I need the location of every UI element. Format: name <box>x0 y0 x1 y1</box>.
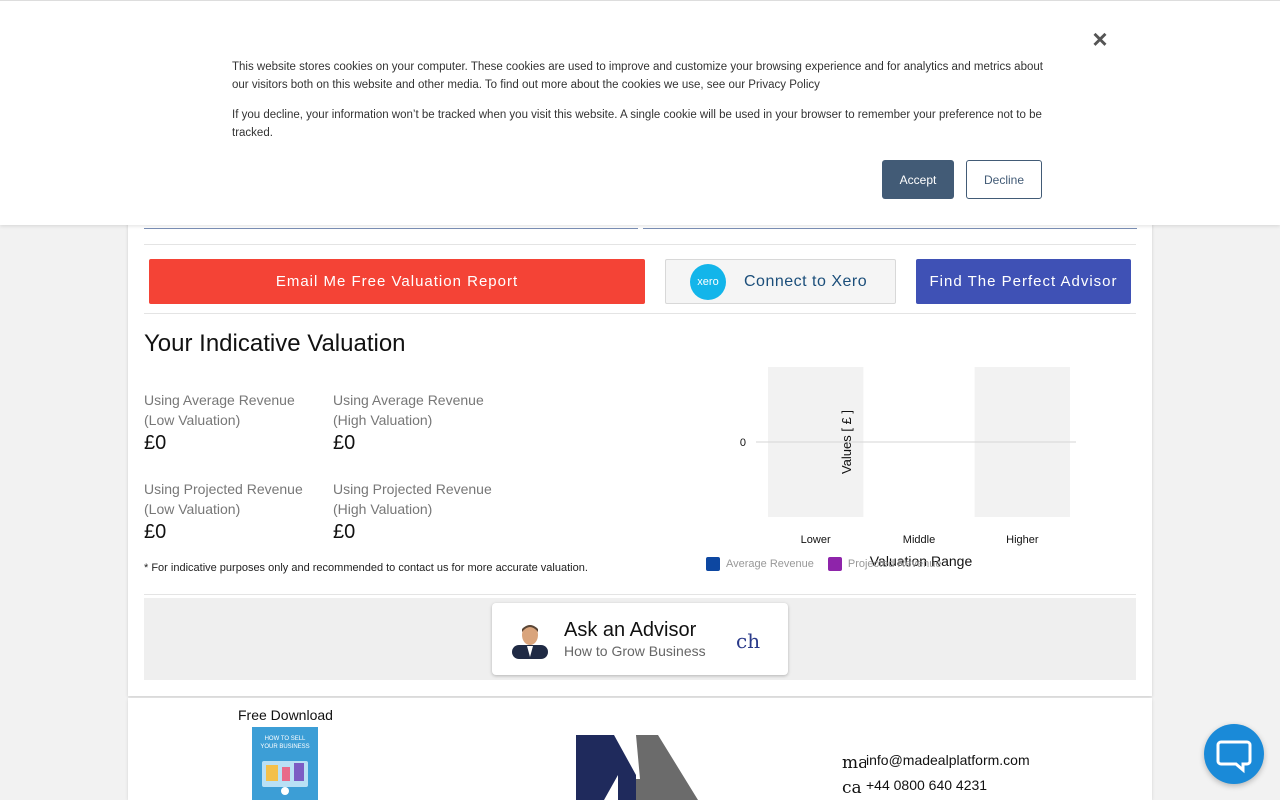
chart-x-tick-label: Lower <box>801 534 831 546</box>
cookie-consent-banner: × This website stores cookies on your co… <box>0 0 1280 225</box>
xero-logo-icon: xero <box>690 263 726 300</box>
company-logo <box>576 735 698 800</box>
valuation-label: Using Average Revenue (High Valuation) <box>333 392 484 428</box>
valuation-item-proj-low: Using Projected Revenue (Low Valuation) … <box>144 479 324 544</box>
ebook-illustration <box>262 761 308 795</box>
chart-y-tick-label: 0 <box>740 437 746 449</box>
chart-x-tick-label: Middle <box>903 534 935 546</box>
valuation-item-proj-high: Using Projected Revenue (High Valuation)… <box>333 479 513 544</box>
decline-cookies-button[interactable]: Decline <box>966 160 1042 199</box>
email-valuation-report-button[interactable]: Email Me Free Valuation Report <box>149 259 645 304</box>
legend-label: Average Revenue <box>726 558 814 570</box>
legend-item-projected-revenue[interactable]: Projected Revenue <box>827 557 942 571</box>
valuation-item-avg-low: Using Average Revenue (Low Valuation) £0 <box>144 390 324 455</box>
cookie-text-secondary: If you decline, your information won’t b… <box>232 109 1042 139</box>
ebook-cover-image[interactable]: HOW TO SELL YOUR BUSINESS <box>252 727 318 800</box>
legend-item-average-revenue[interactable]: Average Revenue <box>706 557 814 571</box>
valuation-label: Using Average Revenue (Low Valuation) <box>144 392 295 428</box>
divider <box>144 313 1136 314</box>
chat-launcher-button[interactable] <box>1204 724 1264 784</box>
ask-advisor-subtitle: How to Grow Business <box>564 643 706 659</box>
connect-to-xero-label: Connect to Xero <box>744 272 868 290</box>
phone-label-glyph: ca <box>842 778 862 798</box>
legend-swatch <box>827 557 842 571</box>
close-icon[interactable]: × <box>1089 25 1111 53</box>
legend-swatch <box>706 557 720 571</box>
advisor-avatar <box>512 625 548 659</box>
valuation-amount: £0 <box>333 521 356 543</box>
chart-y-axis-title: Values [ £ ] <box>839 410 854 474</box>
valuation-item-avg-high: Using Average Revenue (High Valuation) £… <box>333 390 513 455</box>
valuation-label: Using Projected Revenue (High Valuation) <box>333 481 492 517</box>
find-perfect-advisor-button[interactable]: Find The Perfect Advisor <box>916 259 1131 304</box>
divider <box>144 594 1136 595</box>
input-underline-left <box>144 228 638 229</box>
valuation-disclaimer: * For indicative purposes only and recom… <box>144 562 588 574</box>
accept-cookies-button[interactable]: Accept <box>882 160 954 199</box>
divider <box>144 244 1136 245</box>
chart-x-tick-label: Higher <box>1006 534 1039 546</box>
advisor-signature: ch <box>736 629 760 653</box>
valuation-card: Email Me Free Valuation Report xero Conn… <box>128 180 1152 696</box>
legend-label: Projected Revenue <box>847 558 942 570</box>
valuation-label: Using Projected Revenue (Low Valuation) <box>144 481 303 517</box>
input-underline-right <box>643 228 1137 229</box>
valuation-amount: £0 <box>144 432 167 454</box>
free-download-label: Free Download <box>238 707 333 723</box>
valuation-amount: £0 <box>333 432 356 454</box>
chat-icon <box>1216 740 1252 774</box>
chart-legend: Average Revenue Projected Revenue <box>706 557 955 571</box>
footer: Free Download HOW TO SELL YOUR BUSINESS … <box>128 698 1152 800</box>
valuation-range-chart: 0Lower Middle HigherValuation RangeValues … <box>740 367 1076 569</box>
ask-advisor-card[interactable]: Ask an Advisor How to Grow Business ch <box>492 603 788 675</box>
contact-phone[interactable]: +44 0800 640 4231 <box>866 777 987 793</box>
valuation-title: Your Indicative Valuation <box>144 330 406 357</box>
valuation-amount: £0 <box>144 521 167 543</box>
ask-advisor-title: Ask an Advisor <box>564 619 697 641</box>
email-label-glyph: ma <box>842 753 866 773</box>
connect-to-xero-button[interactable]: xero Connect to Xero <box>665 259 896 304</box>
cookie-text-primary: This website stores cookies on your comp… <box>232 61 1043 91</box>
contact-email[interactable]: info@madealplatform.com <box>866 752 1030 768</box>
